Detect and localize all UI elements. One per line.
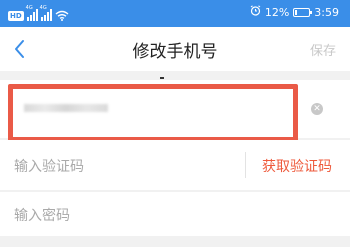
status-bar: HD 4G 4G 12% 3:59 — [0, 0, 350, 27]
save-button[interactable]: 保存 — [310, 40, 336, 59]
get-code-button[interactable]: 获取验证码 — [262, 156, 332, 176]
verification-code-input[interactable]: 输入验证码 — [14, 156, 84, 176]
cursor-mark — [160, 77, 164, 79]
signal-icon-2: 4G — [40, 5, 52, 21]
highlight-box — [8, 84, 298, 142]
page-title: 修改手机号 — [132, 42, 218, 62]
clear-icon[interactable]: ✕ — [311, 103, 323, 115]
battery-icon — [293, 7, 313, 17]
password-input[interactable]: 输入密码 — [14, 205, 70, 225]
alarm-icon — [250, 5, 261, 19]
status-right: 12% 3:59 — [250, 5, 339, 19]
nav-bar: 修改手机号 保存 — [0, 27, 350, 71]
battery-percent: 12% — [264, 5, 290, 19]
status-time: 3:59 — [314, 5, 339, 19]
signal-tag: 4G — [25, 5, 33, 11]
password-row: 输入密码 — [0, 192, 350, 236]
wifi-icon — [55, 10, 69, 21]
status-left: HD 4G 4G — [8, 5, 69, 21]
signal-icon: 4G — [26, 5, 38, 21]
hd-badge: HD — [8, 11, 24, 21]
divider — [245, 152, 246, 178]
signal-tag-2: 4G — [39, 5, 47, 11]
verification-row: 输入验证码 获取验证码 — [0, 140, 350, 190]
